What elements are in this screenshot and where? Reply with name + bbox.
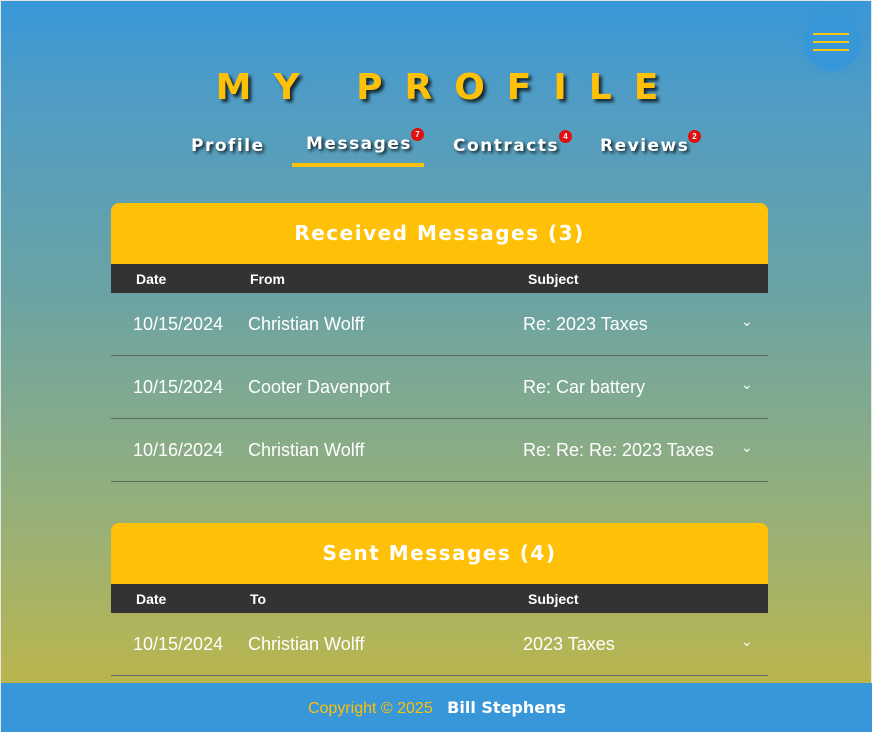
message-date: 10/16/2024 [133,440,224,460]
message-row[interactable]: 10/16/2024 Christian Wolff Re: Re: Re: 2… [111,419,768,482]
tab-profile[interactable]: Profile [191,136,265,172]
tab-label: Profile [191,136,265,156]
message-date: 10/15/2024 [133,634,224,654]
tab-contracts[interactable]: Contracts 4 [453,130,572,172]
message-sender: Cooter Davenport [248,377,391,397]
chevron-down-icon[interactable]: ⌄ [741,376,753,393]
tab-label: Reviews [600,136,690,156]
profile-tabs: Profile Messages 7 Contracts 4 Reviews 2 [1,128,872,172]
message-date: 10/15/2024 [133,314,224,334]
active-tab-indicator [292,163,424,167]
chevron-down-icon[interactable]: ⌄ [741,633,753,650]
sent-column-headers: Date To Subject [111,584,768,613]
message-subject: 2023 Taxes [523,634,615,654]
reviews-count-badge: 2 [688,130,701,143]
footer: Copyright © 2025 Bill Stephens [1,683,872,732]
sent-messages-title: Sent Messages (4) [111,523,768,584]
hamburger-icon-bar [813,41,849,43]
hamburger-icon [813,33,849,35]
message-sender: Christian Wolff [248,314,365,334]
hamburger-icon-bar [813,49,849,51]
page-title: MY PROFILE [215,67,681,108]
footer-author: Bill Stephens [447,698,567,717]
tab-label: Messages [306,134,412,154]
hamburger-menu-button[interactable] [803,13,861,71]
copyright-text: Copyright © 2025 [307,700,433,717]
received-messages-panel: Received Messages (3) Date From Subject … [111,203,768,482]
message-recipient: Christian Wolff [248,634,365,654]
message-date: 10/15/2024 [133,377,224,397]
contracts-count-badge: 4 [559,130,572,143]
chevron-down-icon[interactable]: ⌄ [741,313,753,330]
received-messages-title: Received Messages (3) [111,203,768,264]
column-header-date: Date [136,591,167,607]
message-subject: Re: Re: Re: 2023 Taxes [523,440,714,460]
messages-count-badge: 7 [411,128,424,141]
column-header-date: Date [136,271,167,287]
message-sender: Christian Wolff [248,440,365,460]
message-row[interactable]: 10/15/2024 Christian Wolff Re: 2023 Taxe… [111,293,768,356]
column-header-subject: Subject [528,591,579,607]
tab-reviews[interactable]: Reviews 2 [600,130,701,172]
message-row[interactable]: 10/15/2024 Christian Wolff 2023 Taxes ⌄ [111,613,768,676]
tab-label: Contracts [453,136,560,156]
message-subject: Re: 2023 Taxes [523,314,648,334]
column-header-from: From [250,271,285,287]
sent-messages-panel: Sent Messages (4) Date To Subject 10/15/… [111,523,768,676]
chevron-down-icon[interactable]: ⌄ [741,439,753,456]
received-column-headers: Date From Subject [111,264,768,293]
column-header-to: To [250,591,267,607]
message-subject: Re: Car battery [523,377,646,397]
column-header-subject: Subject [528,271,579,287]
message-row[interactable]: 10/15/2024 Cooter Davenport Re: Car batt… [111,356,768,419]
